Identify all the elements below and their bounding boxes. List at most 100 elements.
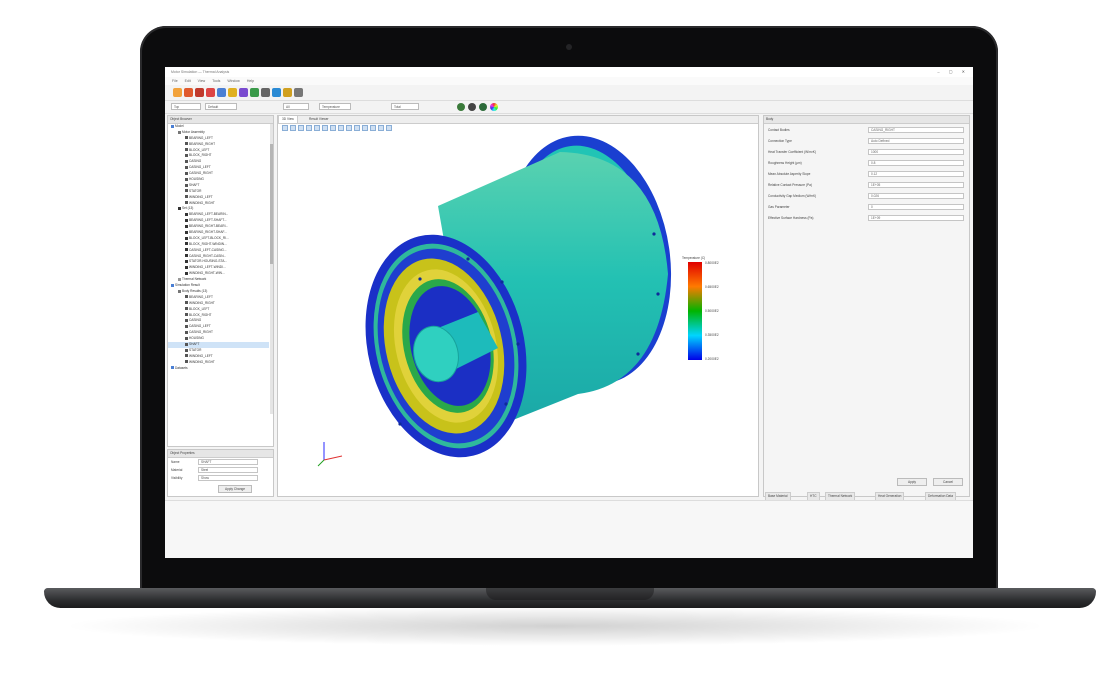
section-icon[interactable]: [386, 125, 392, 131]
toolbar-icon[interactable]: [184, 88, 193, 97]
tree-item-label: CASING_LEFT-CASING...: [189, 247, 227, 252]
menu-item-view[interactable]: View: [198, 79, 206, 83]
toolbar-dropdown[interactable]: All: [283, 103, 309, 110]
tree-item-label: WINDING_LEFT: [189, 353, 213, 358]
tree-item-label: BLOCK_LEFT: [189, 147, 210, 152]
camera-icon[interactable]: [468, 103, 476, 111]
menu-item-help[interactable]: Help: [247, 79, 254, 83]
pan-icon[interactable]: [290, 125, 296, 131]
tree-node-icon: [185, 319, 188, 323]
motor-3d-model[interactable]: [328, 134, 688, 474]
toolbar-icon[interactable]: [206, 88, 215, 97]
body-property-row: Contact Bodies CASING_RIGHT: [764, 126, 969, 134]
object-prop-key: Material: [171, 468, 183, 472]
body-property-value[interactable]: 1E+09: [868, 215, 964, 221]
apply-button[interactable]: Apply: [897, 478, 927, 486]
tree-item-label: BLOCK_RIGHT-WINDIN...: [189, 241, 227, 246]
toolbar-icon[interactable]: [228, 88, 237, 97]
body-property-value[interactable]: 1E+05: [868, 182, 964, 188]
tree-node-icon: [185, 189, 188, 193]
rotate-icon[interactable]: [282, 125, 288, 131]
tree-scroll-thumb[interactable]: [270, 144, 273, 264]
toolbar-dropdown[interactable]: Top: [171, 103, 201, 110]
bottom-view-icon[interactable]: [338, 125, 344, 131]
tree-scrollbar[interactable]: [270, 124, 273, 414]
toolbar-icon[interactable]: [272, 88, 281, 97]
toolbar-dropdown[interactable]: Total: [391, 103, 419, 110]
body-property-label: Gas Parameter: [768, 205, 790, 209]
toolbar-dropdown[interactable]: Default: [205, 103, 237, 110]
tree-item-label: BEARING_LEFT-SHAFT...: [189, 218, 227, 223]
toolbar-dropdown[interactable]: Temperature: [319, 103, 351, 110]
toolbar-icon[interactable]: [239, 88, 248, 97]
model-tree: Model Motor Assembly BEARING_LEFT BEARING_R…: [168, 124, 269, 446]
apply-change-button[interactable]: Apply Change: [218, 485, 252, 493]
tree-item-label: WINDING_RIGHT: [189, 200, 215, 205]
view-toolbar: Top Default All Temperature Total: [165, 101, 973, 114]
color-wheel-icon[interactable]: [490, 103, 498, 111]
body-property-value[interactable]: 1000: [868, 149, 964, 155]
tree-item-label: CASING: [189, 159, 202, 164]
legend-tick: 0.8000E2: [705, 261, 719, 265]
globe-icon[interactable]: [479, 103, 487, 111]
tree-item-label: CASING_RIGHT: [189, 171, 213, 176]
toolbar-icon[interactable]: [294, 88, 303, 97]
tree-item-label: BEARING_LEFT: [189, 135, 213, 140]
tree-node-icon: [185, 213, 188, 217]
menu-item-window[interactable]: Window: [227, 79, 239, 83]
tab-3d-view[interactable]: 3D View: [278, 116, 298, 123]
tree-node-icon: [185, 254, 188, 258]
tree-item-label: CASING_RIGHT: [189, 330, 213, 335]
tree-item[interactable]: Datasets: [168, 366, 269, 372]
body-property-row: Effective Surface Hardness (Pa) 1E+09: [764, 214, 969, 222]
tree-node-icon: [185, 160, 188, 163]
tree-item-label: SHAFT: [189, 341, 200, 346]
front-view-icon[interactable]: [314, 125, 320, 131]
object-prop-value[interactable]: Show: [198, 475, 258, 481]
fit-icon[interactable]: [306, 125, 312, 131]
toolbar-icon[interactable]: [283, 88, 292, 97]
top-view-icon[interactable]: [330, 125, 336, 131]
tree-node-icon: [178, 207, 181, 211]
toolbar-icon[interactable]: [250, 88, 259, 97]
menu-item-file[interactable]: File: [172, 79, 178, 83]
tree-node-icon: [185, 271, 188, 275]
left-view-icon[interactable]: [346, 125, 352, 131]
toolbar-icon[interactable]: [217, 88, 226, 97]
body-property-value[interactable]: 0: [868, 204, 964, 210]
body-property-value[interactable]: Auto Defined: [868, 138, 964, 144]
tree-item-label: WINDING_RIGHT-WIN...: [189, 271, 225, 276]
body-property-value[interactable]: 0.8: [868, 160, 964, 166]
tree-node-icon: [171, 124, 174, 128]
toolbar-icon[interactable]: [173, 88, 182, 97]
output-pane: [165, 500, 973, 558]
tab-result-viewer[interactable]: Result Viewer: [306, 116, 332, 123]
shaded-icon[interactable]: [378, 125, 384, 131]
menu-item-edit[interactable]: Edit: [185, 79, 191, 83]
window-controls[interactable]: – ▢ ✕: [937, 69, 969, 74]
menu-item-tools[interactable]: Tools: [212, 79, 220, 83]
object-prop-value[interactable]: Steel: [198, 467, 258, 473]
body-property-value[interactable]: 0.12: [868, 171, 964, 177]
body-property-value[interactable]: 0.026: [868, 193, 964, 199]
back-view-icon[interactable]: [322, 125, 328, 131]
toolbar-icon[interactable]: [195, 88, 204, 97]
object-browser-title: Object Browser: [168, 116, 273, 124]
wireframe-icon[interactable]: [370, 125, 376, 131]
iso-view-icon[interactable]: [362, 125, 368, 131]
object-prop-key: Name: [171, 460, 180, 464]
tree-node-icon: [185, 342, 188, 346]
cancel-button[interactable]: Cancel: [933, 478, 963, 486]
tree-item-label: WINDING_LEFT: [189, 194, 213, 199]
legend-tick: 0.5000E2: [705, 309, 719, 313]
settings-icon[interactable]: [457, 103, 465, 111]
legend-color-bar: [688, 262, 702, 360]
body-property-row: Relative Contact Pressure (Pa) 1E+05: [764, 181, 969, 189]
3d-viewport[interactable]: 3D View Result Viewer Temperature (C) 0.…: [277, 115, 759, 497]
zoom-icon[interactable]: [298, 125, 304, 131]
object-prop-value[interactable]: SHAFT: [198, 459, 258, 465]
body-property-value[interactable]: CASING_RIGHT: [868, 127, 964, 133]
tree-node-icon: [185, 248, 188, 252]
toolbar-icon[interactable]: [261, 88, 270, 97]
right-view-icon[interactable]: [354, 125, 360, 131]
